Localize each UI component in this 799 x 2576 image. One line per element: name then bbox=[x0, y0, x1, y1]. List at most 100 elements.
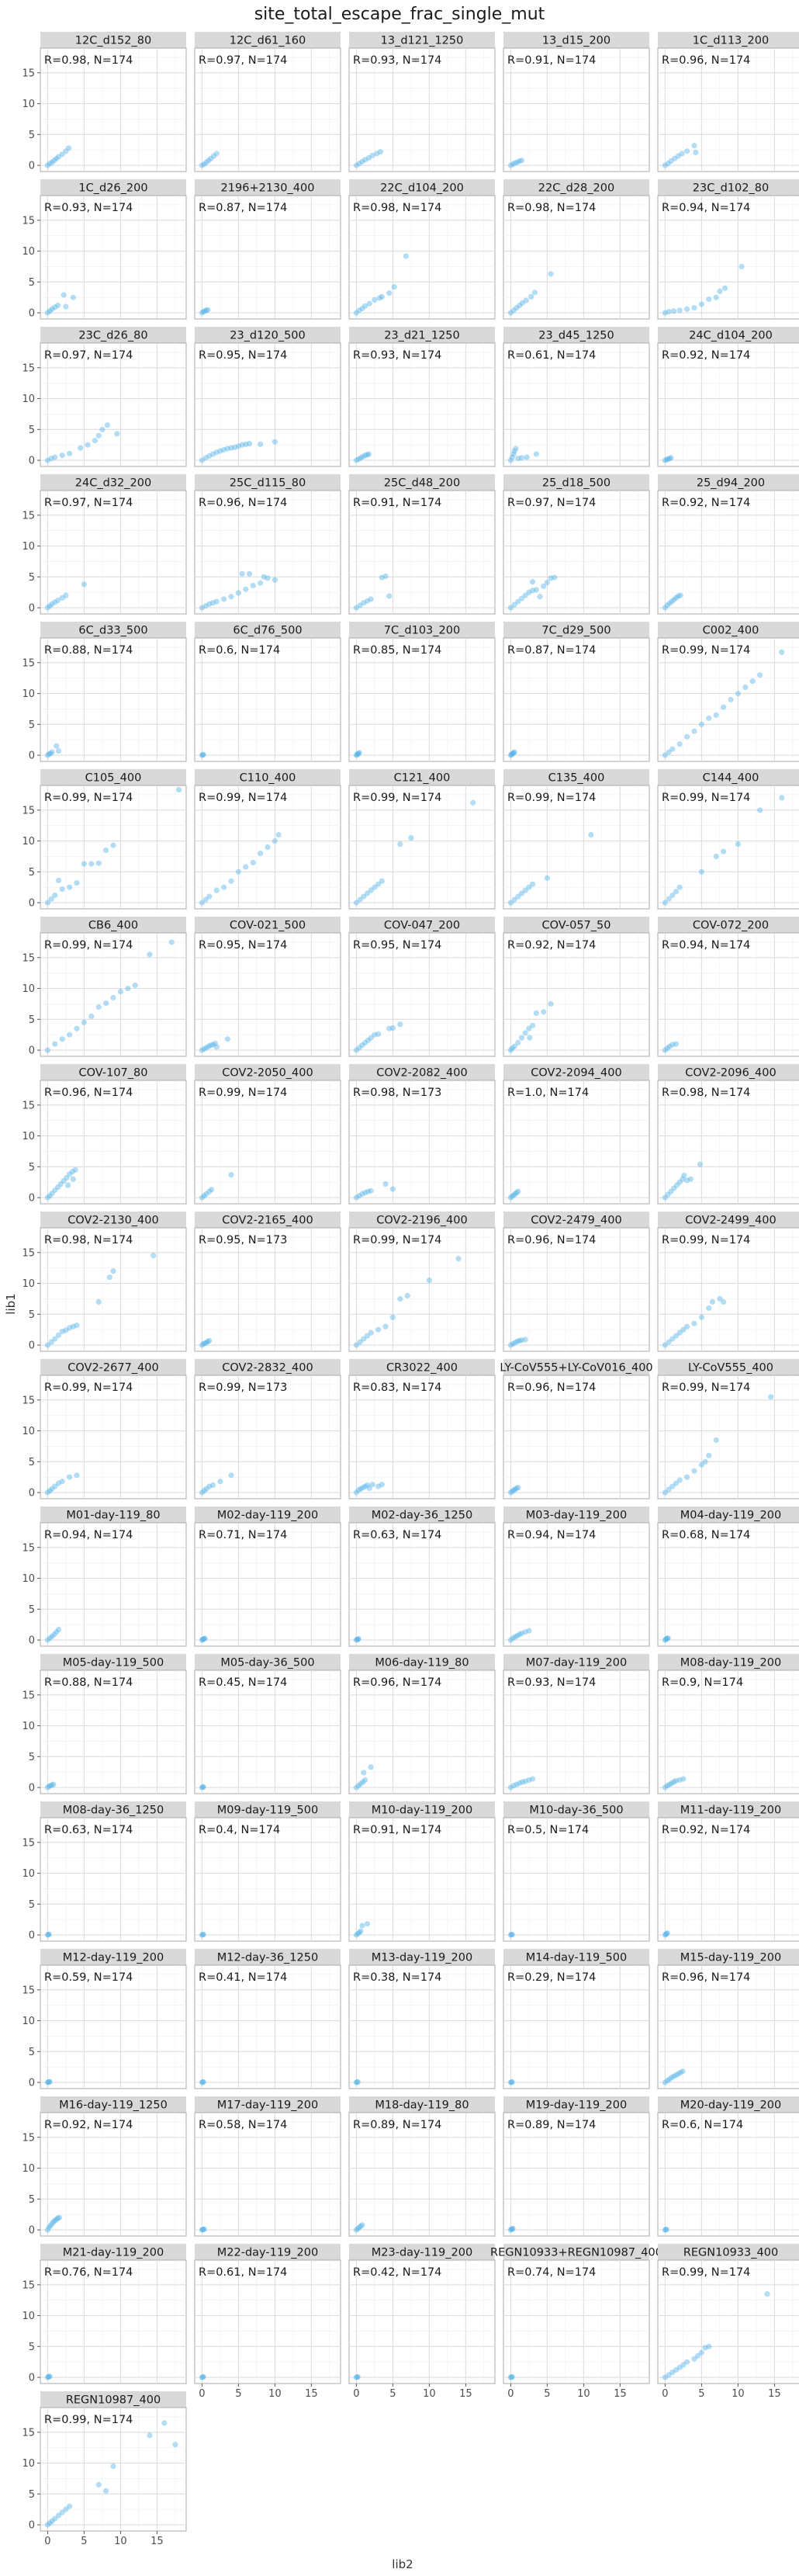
facet-annotation: R=0.97, N=174 bbox=[199, 54, 287, 67]
y-tick-label: 10 bbox=[22, 394, 35, 405]
data-point bbox=[265, 844, 271, 851]
data-point bbox=[368, 1330, 374, 1336]
data-point bbox=[272, 837, 278, 844]
data-point bbox=[364, 1921, 371, 1927]
data-point bbox=[368, 1764, 374, 1770]
facet-panel: M23-day-119_200 R=0.42, N=174 0 5 10 15 bbox=[348, 2244, 496, 2400]
data-point bbox=[205, 307, 211, 313]
data-point bbox=[213, 151, 220, 157]
facet-strip-label: 12C_d152_80 bbox=[75, 35, 151, 47]
y-tick-label: 15 bbox=[22, 68, 35, 79]
facet-annotation: R=0.97, N=174 bbox=[44, 349, 133, 362]
y-tick-label: 0 bbox=[29, 898, 35, 910]
facet-panel: 13_d15_200 R=0.91, N=174 bbox=[503, 32, 650, 172]
data-point bbox=[541, 1009, 547, 1015]
facet-panel: M02-day-119_200 R=0.71, N=174 bbox=[194, 1506, 341, 1647]
facet-strip-label: 24C_d32_200 bbox=[75, 477, 151, 490]
data-point bbox=[366, 300, 372, 307]
y-tick-label: 10 bbox=[22, 1721, 35, 1732]
facet-panel: COV2-2196_400 R=0.99, N=174 bbox=[348, 1212, 496, 1352]
data-point bbox=[379, 878, 385, 884]
data-point bbox=[669, 746, 676, 752]
data-point bbox=[735, 841, 742, 848]
data-point bbox=[397, 1021, 403, 1028]
data-point bbox=[382, 1323, 389, 1330]
facet-panel: M10-day-36_500 R=0.5, N=174 bbox=[503, 1801, 650, 1942]
data-point bbox=[691, 305, 697, 311]
data-point bbox=[526, 1628, 532, 1634]
data-point bbox=[386, 593, 393, 599]
y-tick-label: 5 bbox=[29, 2489, 35, 2501]
facet-strip-label: COV2-2165_400 bbox=[222, 1215, 313, 1227]
facet-annotation: R=0.91, N=174 bbox=[353, 1824, 441, 1836]
y-tick-label: 0 bbox=[29, 1783, 35, 1794]
data-point bbox=[235, 590, 241, 596]
facet-panel: 25_d94_200 R=0.92, N=174 bbox=[657, 474, 799, 615]
data-point bbox=[515, 1188, 521, 1194]
data-point bbox=[246, 440, 253, 447]
facet-annotation: R=0.87, N=174 bbox=[507, 644, 596, 657]
x-tick-label: 0 bbox=[44, 2536, 50, 2547]
facet-panel: 12C_d152_80 R=0.98, N=174 0 5 10 15 bbox=[22, 32, 187, 172]
y-tick-label: 5 bbox=[29, 1752, 35, 1763]
facet-annotation: R=0.96, N=174 bbox=[662, 54, 750, 67]
data-point bbox=[95, 1298, 102, 1305]
data-point bbox=[548, 1000, 554, 1007]
y-tick-label: 15 bbox=[22, 2427, 35, 2439]
y-tick-label: 15 bbox=[22, 362, 35, 374]
data-point bbox=[250, 859, 256, 865]
facet-panel: 25C_d48_200 R=0.91, N=174 bbox=[348, 474, 496, 615]
facet-strip-label: M14-day-119_500 bbox=[526, 1952, 627, 1964]
facet-panel: LY-CoV555_400 R=0.99, N=174 bbox=[657, 1359, 799, 1499]
data-point bbox=[673, 1041, 680, 1047]
facet-strip-label: COV2-2096_400 bbox=[685, 1067, 777, 1080]
facet-strip-label: M02-day-36_1250 bbox=[372, 1510, 472, 1522]
facet-strip-label: 23C_d26_80 bbox=[78, 330, 147, 342]
facet-panel: 25_d18_500 R=0.97, N=174 bbox=[503, 474, 650, 615]
y-tick-label: 5 bbox=[29, 2194, 35, 2206]
data-point bbox=[99, 426, 105, 432]
data-point bbox=[50, 1781, 57, 1787]
data-point bbox=[511, 749, 517, 755]
data-point bbox=[63, 303, 69, 310]
data-point bbox=[698, 301, 705, 307]
facet-strip-label: 1C_d26_200 bbox=[78, 182, 147, 195]
facet-panel: M16-day-119_1250 R=0.92, N=174 0 5 10 15 bbox=[22, 2096, 187, 2237]
facet-strip-label: 23C_d102_80 bbox=[693, 182, 769, 195]
facet-strip-label: C002_400 bbox=[703, 625, 759, 637]
facet-panel: M05-day-36_500 R=0.45, N=174 bbox=[194, 1654, 341, 1794]
data-point bbox=[523, 297, 529, 303]
facet-strip-label: 24C_d104_200 bbox=[689, 330, 773, 342]
data-point bbox=[65, 1182, 71, 1188]
facet-panel: COV2-2094_400 R=1.0, N=174 bbox=[503, 1064, 650, 1205]
facet-panel: C105_400 R=0.99, N=174 0 5 10 15 bbox=[22, 769, 187, 910]
data-point bbox=[228, 1472, 234, 1479]
data-point bbox=[713, 712, 719, 718]
y-tick-label: 15 bbox=[22, 952, 35, 964]
data-point bbox=[209, 1187, 215, 1193]
facet-annotation: R=0.92, N=174 bbox=[662, 497, 750, 509]
facet-strip-label: 22C_d104_200 bbox=[380, 182, 464, 195]
data-point bbox=[103, 847, 109, 854]
data-point bbox=[261, 574, 267, 580]
data-point bbox=[687, 1176, 694, 1182]
facet-annotation: R=0.99, N=174 bbox=[44, 2414, 133, 2426]
y-tick-label: 5 bbox=[29, 867, 35, 879]
y-tick-label: 0 bbox=[29, 161, 35, 172]
y-tick-label: 15 bbox=[22, 215, 35, 227]
data-point bbox=[70, 1176, 76, 1182]
data-point bbox=[258, 850, 264, 857]
data-point bbox=[375, 1326, 382, 1333]
data-point bbox=[738, 263, 745, 270]
data-point bbox=[228, 878, 234, 884]
facet-strip-label: M05-day-36_500 bbox=[220, 1657, 314, 1669]
facet-annotation: R=0.45, N=174 bbox=[199, 1676, 287, 1689]
data-point bbox=[55, 747, 62, 754]
data-point bbox=[74, 1472, 80, 1479]
facet-strip-label: 13_d121_1250 bbox=[381, 35, 464, 47]
facet-annotation: R=0.71, N=174 bbox=[199, 1529, 287, 1541]
data-point bbox=[74, 1323, 80, 1329]
data-point bbox=[228, 594, 234, 600]
data-point bbox=[757, 807, 763, 813]
data-point bbox=[426, 1277, 433, 1284]
